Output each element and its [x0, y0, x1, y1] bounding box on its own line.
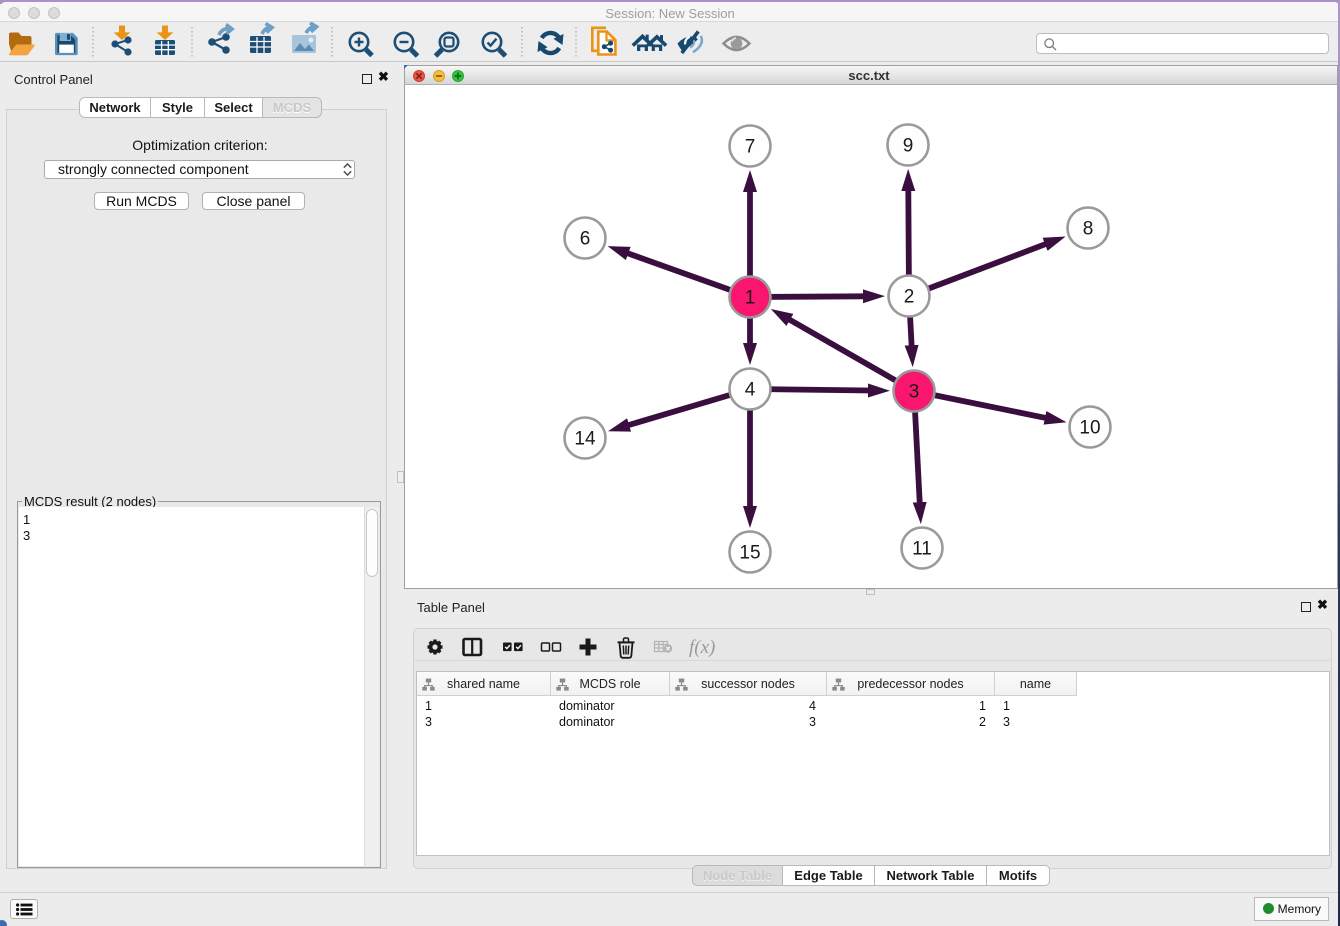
svg-text:11: 11 — [912, 539, 932, 560]
svg-text:1: 1 — [745, 288, 756, 309]
svg-text:7: 7 — [745, 137, 756, 158]
svg-text:3: 3 — [909, 382, 920, 403]
svg-text:10: 10 — [1079, 418, 1100, 439]
svg-text:6: 6 — [580, 229, 591, 250]
svg-text:9: 9 — [903, 136, 914, 157]
svg-text:14: 14 — [574, 429, 596, 450]
svg-text:4: 4 — [745, 380, 756, 401]
svg-text:2: 2 — [904, 287, 915, 308]
svg-text:8: 8 — [1083, 219, 1094, 240]
svg-text:f(x): f(x) — [689, 637, 715, 658]
svg-text:15: 15 — [739, 543, 760, 564]
